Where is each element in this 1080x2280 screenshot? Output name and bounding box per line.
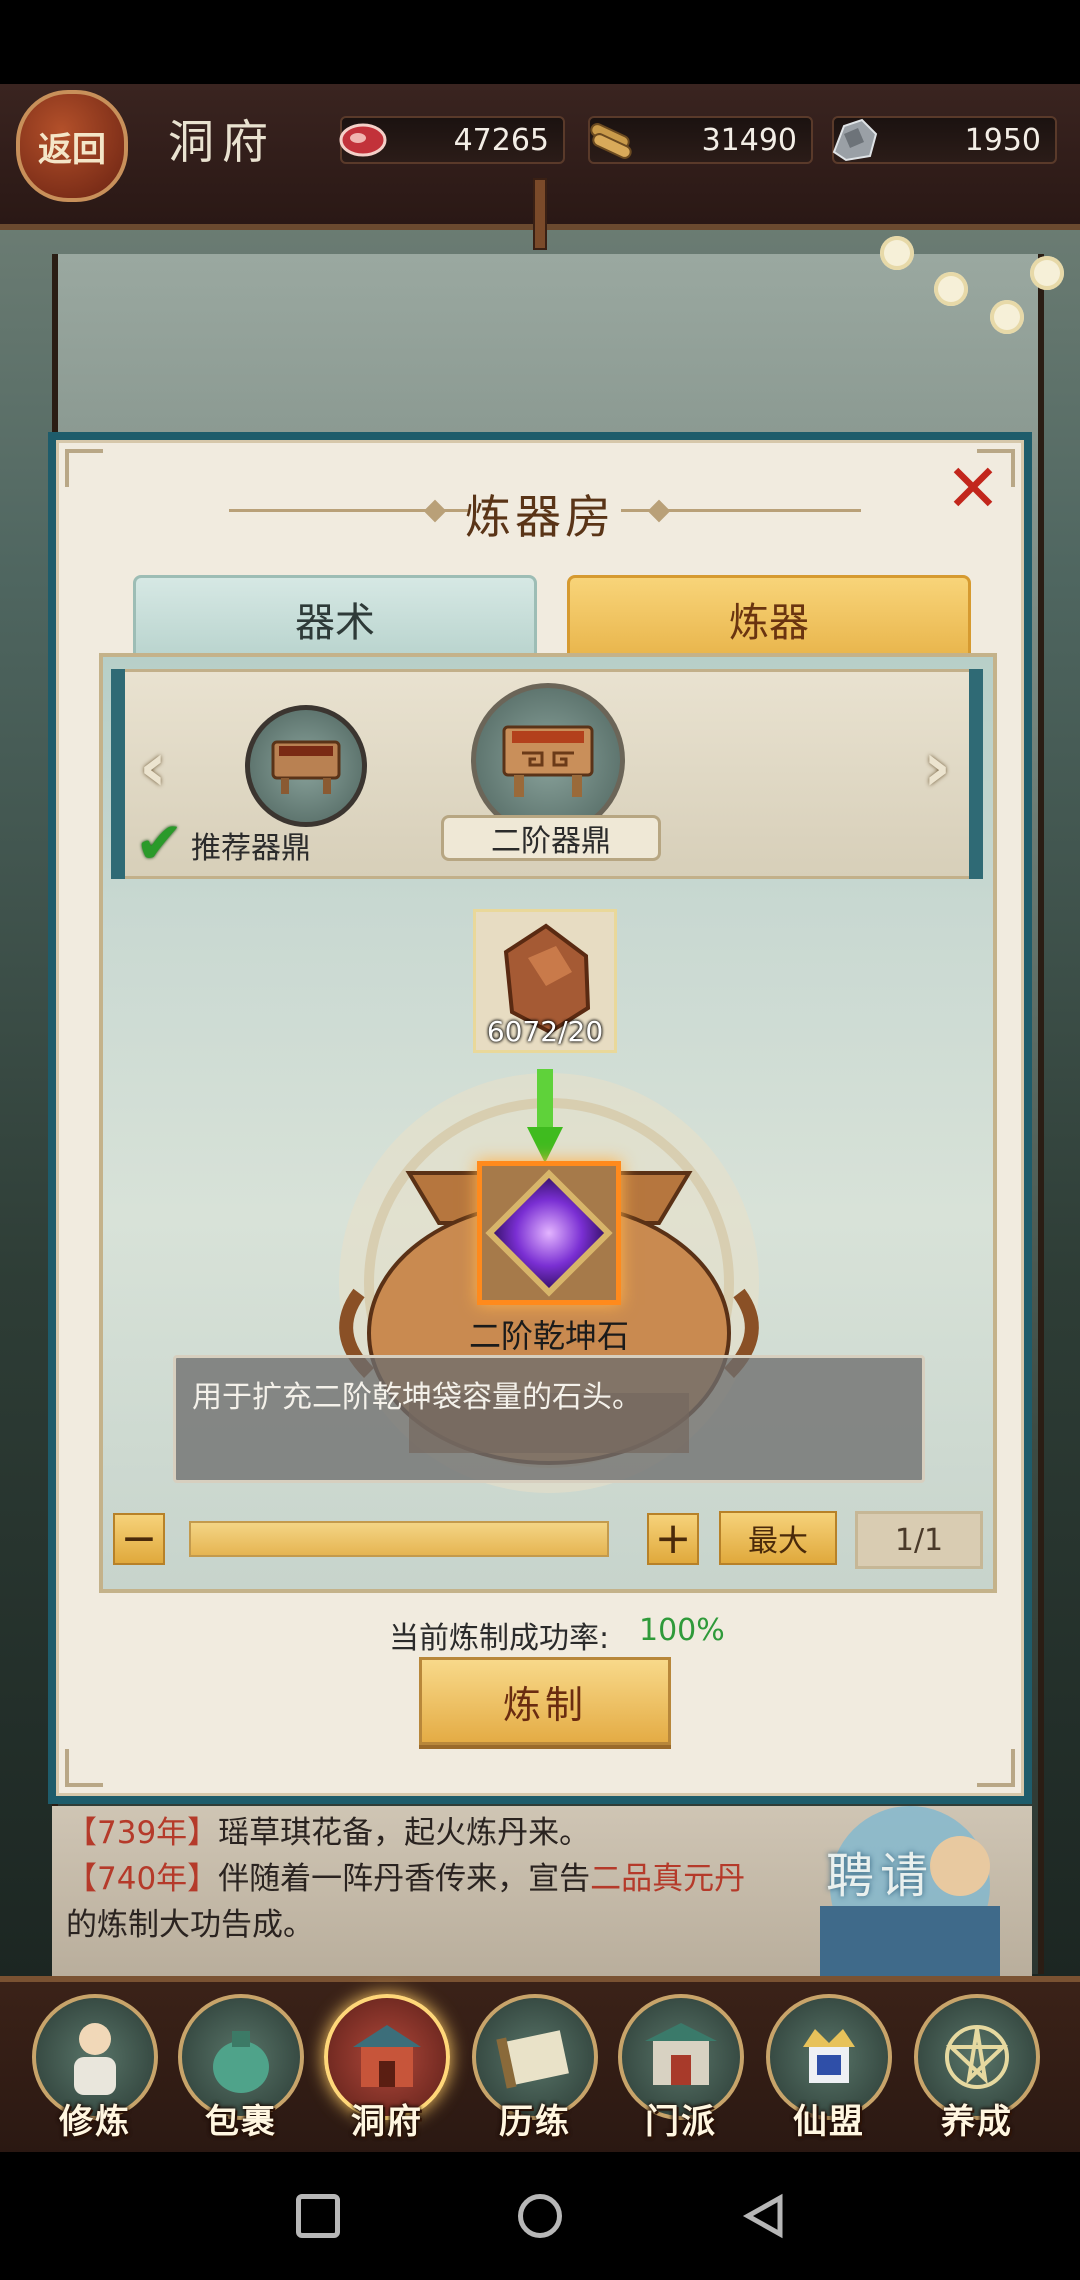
nav-label: 历练 [499,2102,571,2142]
cauldron-icon [502,725,594,797]
page-title: 洞府 [168,115,276,169]
nav-develop[interactable]: 养成 [914,1994,1044,2144]
resource-ore: 1950 [832,116,1057,164]
resource-wood: 31490 [588,116,813,164]
cauldron-option-recommended[interactable] [245,705,367,827]
selected-cauldron-label: 二阶器鼎 [441,815,661,861]
nav-label: 门派 [645,2102,717,2142]
back-nav-icon[interactable] [740,2192,788,2240]
material-count: 6072/20 [486,1015,604,1048]
success-rate-value: 100% [639,1613,725,1648]
success-rate-label: 当前炼制成功率: [389,1621,610,1656]
product-description: 用于扩充二阶乾坤袋容量的石头。 [173,1355,925,1483]
blossom-decoration [1030,256,1064,290]
blossom-decoration [880,236,914,270]
cauldron-icon [271,740,341,794]
dialog-panel: 炼器房 ✕ 器术 炼器 ‹ › ✔ 推荐器鼎 二阶器鼎 6072/20 二阶乾坤… [56,440,1024,1796]
nav-label: 洞府 [351,2102,423,2142]
back-button[interactable]: 返回 [16,90,128,202]
blossom-decoration [990,300,1024,334]
corner-ornament [65,1749,103,1787]
nav-sect[interactable]: 门派 [618,1994,748,2144]
gem-icon [485,1169,613,1297]
log-line: 【740年】伴随着一阵丹香传来，宣告二品真元丹的炼制大功告成。 [66,1856,766,1948]
product-slot[interactable] [477,1161,621,1305]
frame-post [533,178,547,250]
close-button[interactable]: ✕ [945,456,1001,522]
nav-label: 包裹 [205,2102,277,2142]
nav-cultivate[interactable]: 修炼 [32,1994,162,2144]
nav-cave[interactable]: 洞府 [324,1994,454,2144]
selector-rail [969,669,983,879]
increase-button[interactable]: + [647,1513,699,1565]
wood-icon [590,123,632,159]
product-name: 二阶乾坤石 [468,1317,629,1355]
check-icon: ✔ [135,809,184,877]
nav-bag[interactable]: 包裹 [178,1994,308,2144]
selector-rail [111,669,125,879]
nav-alliance[interactable]: 仙盟 [766,1994,896,2144]
nav-label: 仙盟 [793,2102,865,2142]
prev-arrow-icon[interactable]: ‹ [133,733,173,803]
refinery-dialog: 炼器房 ✕ 器术 炼器 ‹ › ✔ 推荐器鼎 二阶器鼎 6072/20 二阶乾坤… [48,432,1032,1804]
blossom-decoration [934,272,968,306]
craft-button[interactable]: 炼制 [419,1657,671,1745]
dialog-title: 炼器房 [465,490,615,544]
status-bar [0,0,1080,84]
nav-label: 修炼 [59,2102,131,2142]
nav-trial[interactable]: 历练 [472,1994,602,2144]
nav-label: 养成 [941,2102,1013,2142]
event-log: 【739年】瑶草琪花备，起火炼丹来。 【740年】伴随着一阵丹香传来，宣告二品真… [66,1810,766,1948]
tab-qishu[interactable]: 器术 [133,575,537,663]
quantity-slider[interactable] [189,1521,609,1557]
log-text: 伴随着一阵丹香传来，宣告 [218,1861,591,1897]
meat-icon [339,123,387,157]
log-text: 瑶草琪花备，起火炼丹来。 [218,1815,591,1851]
log-year: 【739年】 [66,1815,219,1851]
ore-icon [832,118,878,162]
resource-value: 1950 [964,122,1041,158]
log-highlight: 二品真元丹 [590,1861,746,1897]
recruit-label: 聘请 [826,1848,935,1904]
home-icon[interactable] [518,2194,562,2238]
down-arrow-icon [527,1069,563,1163]
recommended-label: 推荐器鼎 [191,831,311,866]
resource-value: 31490 [701,122,797,158]
next-arrow-icon[interactable]: › [917,733,957,803]
recent-apps-icon[interactable] [296,2194,340,2238]
resource-meat: 47265 [339,116,565,164]
resource-value: 47265 [453,122,549,158]
quantity-value: 1/1 [855,1511,983,1569]
log-line: 【739年】瑶草琪花备，起火炼丹来。 [66,1810,766,1856]
max-button[interactable]: 最大 [719,1511,837,1565]
decrease-button[interactable]: − [113,1513,165,1565]
log-text: 的炼制大功告成。 [66,1907,314,1943]
cauldron-option-tier2[interactable] [471,683,625,837]
corner-ornament [977,1749,1015,1787]
tab-lianqi[interactable]: 炼器 [567,575,971,663]
log-year: 【740年】 [66,1861,219,1897]
